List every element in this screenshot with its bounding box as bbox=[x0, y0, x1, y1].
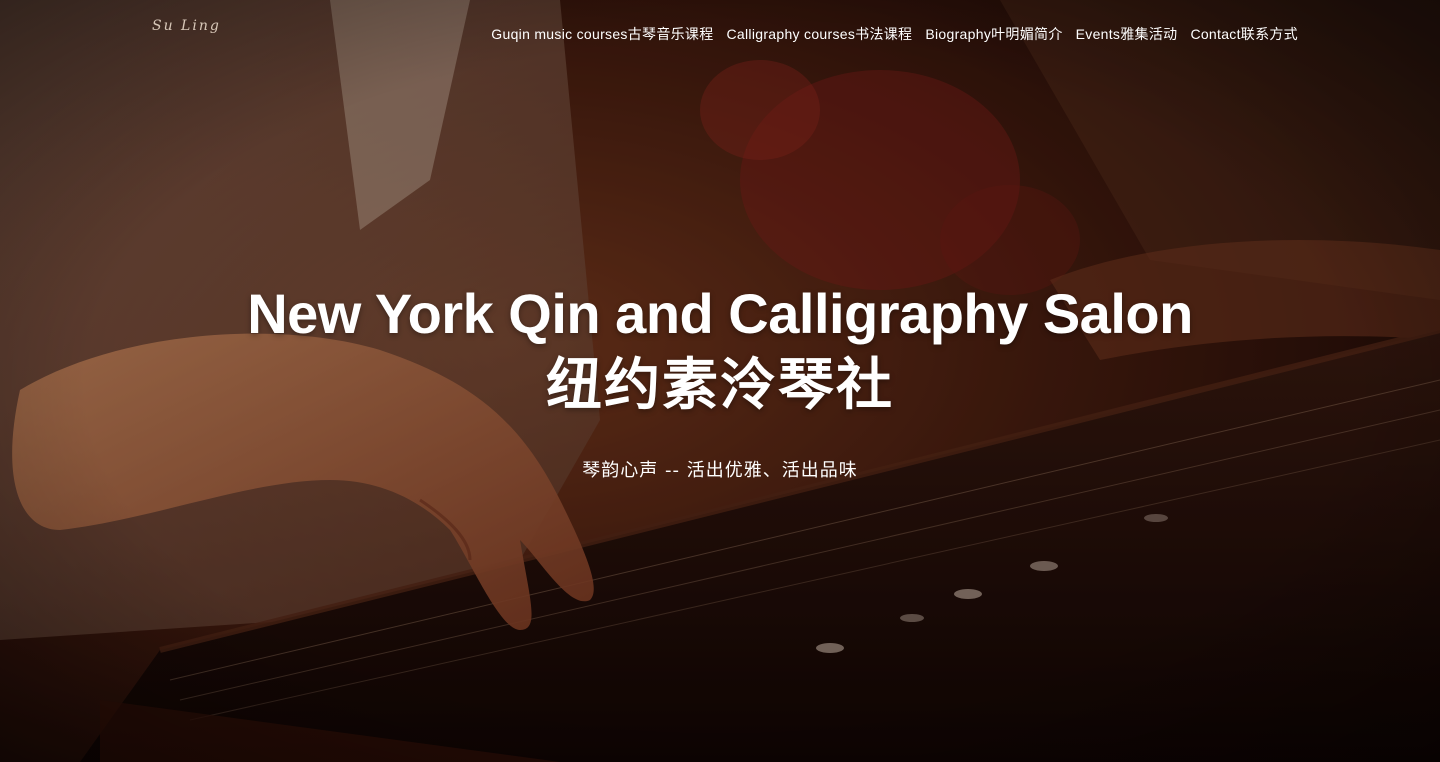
hero-tagline: 琴韵心声 -- 活出优雅、活出品味 bbox=[582, 460, 858, 481]
hero-section: Su Ling Guqin music courses古琴音乐课程 Callig… bbox=[0, 0, 1440, 762]
nav-item-calligraphy-courses[interactable]: Calligraphy courses书法课程 bbox=[727, 24, 913, 44]
hero-title-english: New York Qin and Calligraphy Salon bbox=[247, 282, 1193, 345]
main-nav: Guqin music courses古琴音乐课程 Calligraphy co… bbox=[491, 24, 1298, 44]
nav-item-guqin-courses[interactable]: Guqin music courses古琴音乐课程 bbox=[491, 24, 713, 44]
hero-headline: New York Qin and Calligraphy Salon 纽约素泠琴… bbox=[0, 282, 1440, 424]
nav-item-events[interactable]: Events雅集活动 bbox=[1076, 24, 1178, 44]
nav-item-contact[interactable]: Contact联系方式 bbox=[1190, 24, 1298, 44]
hero-title-chinese: 纽约素泠琴社 bbox=[546, 353, 894, 418]
site-logo[interactable]: Su Ling bbox=[152, 18, 221, 34]
nav-item-biography[interactable]: Biography叶明媚简介 bbox=[925, 24, 1062, 44]
